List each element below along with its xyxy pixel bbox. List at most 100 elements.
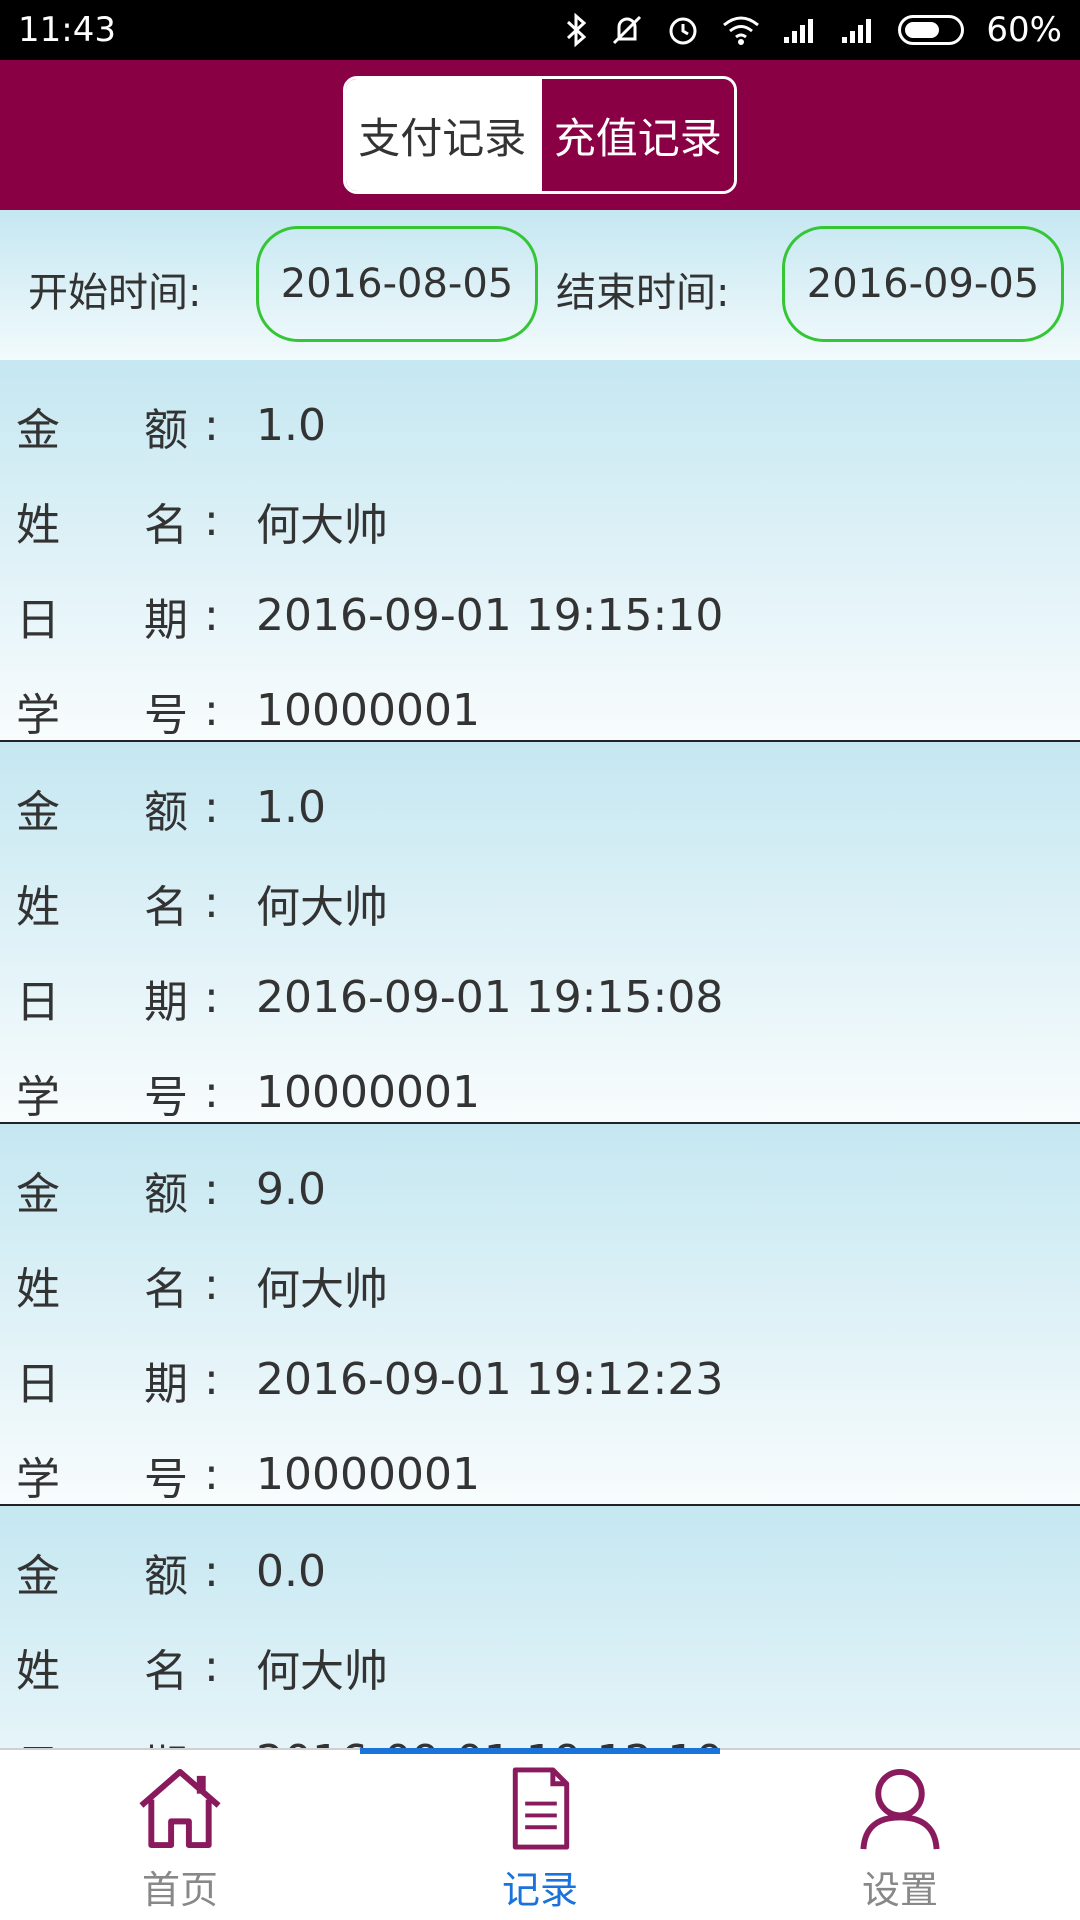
nav-records-label: 记录 (501, 1868, 578, 1912)
record-card: 金 额 : 9.0 姓 名 : 何大帅 日 期 : 2016-09-01 19:… (0, 1124, 1080, 1506)
date-value: 2016-09-01 19:15:08 (256, 972, 724, 1023)
name-value: 何大帅 (256, 1645, 388, 1697)
field-colon: : (204, 877, 219, 928)
field-label: 名 (144, 881, 188, 933)
field-label: 号 (144, 1071, 188, 1123)
name-row: 姓 名 : 何大帅 (0, 855, 1080, 950)
date-row: 日 期 : 2016-09-01 19:15:08 (0, 950, 1080, 1045)
student-id-value: 10000001 (256, 685, 480, 736)
status-icons: 60% (566, 10, 1062, 50)
battery-icon (898, 15, 965, 45)
name-row: 姓 名 : 何大帅 (0, 473, 1080, 568)
field-colon: : (204, 1641, 219, 1692)
field-label: 期 (144, 594, 188, 646)
wifi-icon (722, 15, 760, 45)
field-colon: : (204, 590, 219, 641)
record-card: 金 额 : 1.0 姓 名 : 何大帅 日 期 : 2016-09-01 19:… (0, 742, 1080, 1124)
signal-icon (840, 15, 876, 45)
end-date-picker[interactable]: 2016-09-05 (782, 226, 1064, 342)
field-label: 金 (16, 1550, 60, 1602)
date-row: 日 期 : 2016-09-01 19:12:23 (0, 1332, 1080, 1427)
tab-payment-records[interactable]: 支付记录 (346, 79, 539, 191)
field-label: 名 (144, 499, 188, 551)
field-colon: : (204, 1259, 219, 1310)
field-colon: : (204, 1354, 219, 1405)
record-card: 金 额 : 0.0 姓 名 : 何大帅 日 期 : 2016-09-01 19:… (0, 1506, 1080, 1748)
field-colon: : (204, 972, 219, 1023)
header: 支付记录 充值记录 (0, 60, 1080, 210)
field-label: 姓 (16, 499, 60, 551)
status-bar: 11:43 60% (0, 0, 1080, 60)
record-type-toggle: 支付记录 充值记录 (343, 76, 737, 194)
nav-home[interactable]: 首页 (0, 1764, 360, 1914)
field-colon: : (204, 782, 219, 833)
start-date-picker[interactable]: 2016-08-05 (256, 226, 538, 342)
vibrate-icon (610, 13, 644, 47)
field-label: 姓 (16, 1645, 60, 1697)
date-row: 日 期 : 2016-09-01 19:15:10 (0, 568, 1080, 663)
name-value: 何大帅 (256, 881, 388, 933)
amount-row: 金 额 : 9.0 (0, 1142, 1080, 1237)
home-icon (139, 1768, 221, 1849)
date-value: 2016-09-01 19:12:10 (256, 1736, 723, 1748)
field-label: 日 (16, 1358, 60, 1410)
name-row: 姓 名 : 何大帅 (0, 1619, 1080, 1714)
signal-icon (782, 15, 818, 45)
name-row: 姓 名 : 何大帅 (0, 1237, 1080, 1332)
amount-row: 金 额 : 0.0 (0, 1524, 1080, 1619)
nav-home-label: 首页 (141, 1868, 218, 1912)
field-label: 名 (144, 1263, 188, 1315)
amount-row: 金 额 : 1.0 (0, 760, 1080, 855)
field-label: 号 (144, 689, 188, 741)
amount-value: 1.0 (256, 782, 326, 833)
nav-settings[interactable]: 设置 (720, 1764, 1080, 1914)
field-label: 期 (144, 1730, 204, 1749)
field-label: 姓 (16, 881, 60, 933)
field-label: 额 (144, 404, 188, 456)
field-colon: : (204, 1546, 219, 1597)
nav-settings-label: 设置 (861, 1868, 938, 1912)
name-value: 何大帅 (256, 499, 388, 551)
field-colon: : (204, 685, 219, 736)
field-label: 金 (16, 1168, 60, 1220)
end-date-label: 结束时间: (556, 270, 730, 316)
field-colon: : (204, 1736, 256, 1748)
active-tab-indicator (360, 1748, 720, 1754)
field-label: 日 (0, 1730, 144, 1749)
field-label: 期 (144, 1358, 188, 1410)
user-icon (860, 1768, 940, 1850)
field-colon: : (204, 495, 219, 546)
field-colon: : (204, 1164, 219, 1215)
field-label: 姓 (16, 1263, 60, 1315)
document-icon (512, 1767, 570, 1850)
records-list[interactable]: 金 额 : 1.0 姓 名 : 何大帅 日 期 : 2016-09-01 19:… (0, 360, 1080, 1748)
field-label: 额 (144, 1168, 188, 1220)
field-label: 学 (16, 1453, 60, 1505)
amount-row: 金 额 : 1.0 (0, 378, 1080, 473)
amount-value: 1.0 (256, 400, 326, 451)
field-colon: : (204, 1067, 219, 1118)
date-row: 日 期 : 2016-09-01 19:12:10 (0, 1714, 1080, 1748)
date-value: 2016-09-01 19:15:10 (256, 590, 724, 641)
nav-records[interactable]: 记录 (360, 1764, 720, 1914)
field-label: 学 (16, 1071, 60, 1123)
field-label: 名 (144, 1645, 188, 1697)
field-label: 号 (144, 1453, 188, 1505)
field-colon: : (204, 400, 219, 451)
name-value: 何大帅 (256, 1263, 388, 1315)
amount-value: 0.0 (256, 1546, 326, 1597)
field-label: 额 (144, 786, 188, 838)
student-id-value: 10000001 (256, 1449, 480, 1500)
date-filter-bar: 开始时间: 2016-08-05 结束时间: 2016-09-05 (0, 210, 1080, 360)
tab-recharge-records[interactable]: 充值记录 (538, 79, 734, 191)
field-label: 期 (144, 976, 188, 1028)
bottom-nav: 首页 记录 设置 (0, 1748, 1080, 1920)
field-label: 金 (16, 786, 60, 838)
field-colon: : (204, 1449, 219, 1500)
student-id-value: 10000001 (256, 1067, 480, 1118)
field-label: 日 (16, 594, 60, 646)
battery-percent: 60% (986, 10, 1062, 50)
date-value: 2016-09-01 19:12:23 (256, 1354, 724, 1405)
start-date-label: 开始时间: (28, 270, 202, 316)
bluetooth-icon (566, 13, 588, 47)
